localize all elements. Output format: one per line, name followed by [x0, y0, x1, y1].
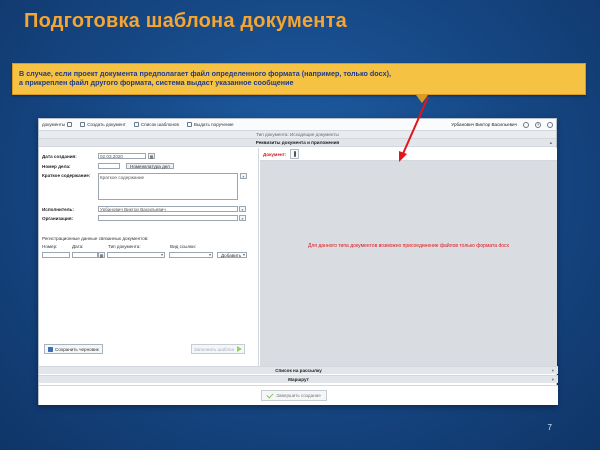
paperclip-icon — [293, 151, 297, 157]
requisites-bar[interactable]: Реквизиты документа и приложения ▴ — [39, 139, 556, 147]
route-bar[interactable]: Маршрут ▾ — [39, 375, 558, 383]
mailing-bar[interactable]: Список на рассылку ▾ — [39, 366, 558, 374]
format-error-message: Для данного типа документов возможно при… — [307, 243, 510, 249]
reg-column-headers: Номер: Дата: Тип документа: Вид ссылки: — [42, 244, 218, 249]
callout-line-2: а прикреплен файл другого формата, систе… — [19, 78, 294, 87]
reg-number-input[interactable] — [42, 252, 70, 258]
toolbar-documents-label: документы — [42, 122, 66, 127]
check-icon — [266, 390, 274, 399]
calendar-icon[interactable]: ▦ — [98, 252, 105, 258]
date-input[interactable]: 02.03.2020 — [98, 153, 146, 159]
user-name[interactable]: Урбанович Виктор Васильевич — [451, 122, 517, 127]
arrow-right-icon — [237, 346, 243, 352]
expand-icon[interactable]: ▾ — [552, 367, 554, 375]
form-panel: Дата создания: 02.03.2020 ▦ Номер дела: … — [39, 148, 259, 366]
col-date: Дата: — [72, 244, 84, 249]
settings-icon[interactable] — [523, 121, 529, 128]
doc-type-label: Тип документа: Исходящие документы — [256, 132, 339, 137]
page-number: 7 — [547, 423, 552, 432]
document-label: Документ: — [263, 151, 287, 157]
summary-row: Краткое содержание: Краткое содержание ⌕ — [42, 173, 247, 200]
nomenclature-button[interactable]: Номенклатура дел — [126, 163, 174, 169]
templates-list-label: Список шаблонов — [140, 122, 179, 127]
executor-label: Исполнитель: — [42, 206, 74, 212]
toolbar: документы Создать документ Список шаблон… — [39, 119, 556, 131]
create-document-label: Создать документ — [87, 122, 126, 127]
disk-icon — [48, 346, 53, 352]
save-draft-button[interactable]: Сохранить черновик — [44, 344, 103, 354]
reg-title: Регистрационные данные связанных докумен… — [42, 236, 149, 241]
requisites-label: Реквизиты документа и приложения — [255, 140, 340, 145]
date-row: Дата создания: 02.03.2020 ▦ — [42, 153, 155, 159]
col-type: Тип документа: — [108, 244, 141, 249]
issue-order-label: Выдать поручение — [193, 122, 234, 127]
collapse-icon[interactable]: ▴ — [550, 139, 552, 147]
document-panel: Документ: Для данного типа документов во… — [260, 148, 557, 366]
reg-type-select[interactable] — [107, 252, 165, 258]
org-input[interactable] — [98, 215, 238, 221]
org-label: Организация: — [42, 215, 74, 221]
slide-title: Подготовка шаблона документа — [24, 10, 347, 32]
doc-type-bar: Тип документа: Исходящие документы — [39, 131, 556, 139]
col-number: Номер: — [42, 244, 58, 249]
order-icon — [186, 122, 192, 127]
executor-row: Исполнитель: Урбанович Виктор Васильевич… — [42, 206, 246, 212]
callout-line-1: В случае, если проект документа предпола… — [19, 69, 392, 78]
document-tab-row: Документ: — [260, 148, 557, 161]
reg-inputs: ▦ Добавить — [42, 252, 247, 258]
summary-label: Краткое содержание: — [42, 173, 91, 178]
calendar-icon[interactable]: ▦ — [148, 153, 155, 159]
list-icon — [133, 122, 139, 127]
lookup-icon[interactable]: ⌕ — [239, 215, 246, 221]
number-label: Номер дела: — [42, 163, 71, 169]
document-icon — [80, 122, 86, 127]
mailing-label: Список на рассылку — [275, 368, 322, 373]
create-document-button[interactable]: Создать документ — [80, 122, 126, 127]
org-row: Организация: ⌕ — [42, 215, 246, 221]
lookup-icon[interactable]: ⌕ — [239, 206, 246, 212]
attach-button[interactable] — [290, 149, 300, 159]
reg-link-select[interactable] — [169, 252, 213, 258]
toolbar-documents[interactable]: документы — [42, 122, 73, 127]
reg-date-input[interactable] — [72, 252, 98, 258]
expand-icon[interactable]: ▾ — [552, 376, 554, 384]
finish-creation-button[interactable]: Завершить создание — [261, 390, 327, 401]
number-input[interactable] — [98, 163, 120, 169]
issue-order-button[interactable]: Выдать поручение — [186, 122, 234, 127]
route-label: Маршрут — [288, 377, 309, 382]
power-icon[interactable] — [547, 121, 553, 128]
date-label: Дата создания: — [42, 153, 77, 159]
callout-tail — [416, 95, 428, 103]
add-button[interactable]: Добавить — [217, 252, 247, 258]
save-draft-label: Сохранить черновик — [55, 346, 99, 352]
finish-area: Завершить создание — [39, 385, 558, 405]
help-icon[interactable]: ? — [535, 121, 541, 128]
templates-list-button[interactable]: Список шаблонов — [133, 122, 179, 127]
number-row: Номер дела: Номенклатура дел — [42, 163, 174, 169]
col-link: Вид ссылки: — [170, 244, 197, 249]
toolbar-right: Урбанович Виктор Васильевич ? — [451, 121, 553, 128]
search-icon[interactable]: ⌕ — [240, 173, 247, 179]
callout-box: В случае, если проект документа предпола… — [12, 63, 586, 95]
summary-textarea[interactable]: Краткое содержание — [98, 173, 238, 200]
search-icon — [67, 122, 73, 127]
fill-template-button[interactable]: Заполнить шаблон — [191, 344, 245, 354]
finish-creation-label: Завершить создание — [276, 393, 321, 398]
executor-input[interactable]: Урбанович Виктор Васильевич — [98, 206, 238, 212]
fill-template-label: Заполнить шаблон — [193, 346, 235, 352]
app-window: документы Создать документ Список шаблон… — [38, 118, 558, 405]
